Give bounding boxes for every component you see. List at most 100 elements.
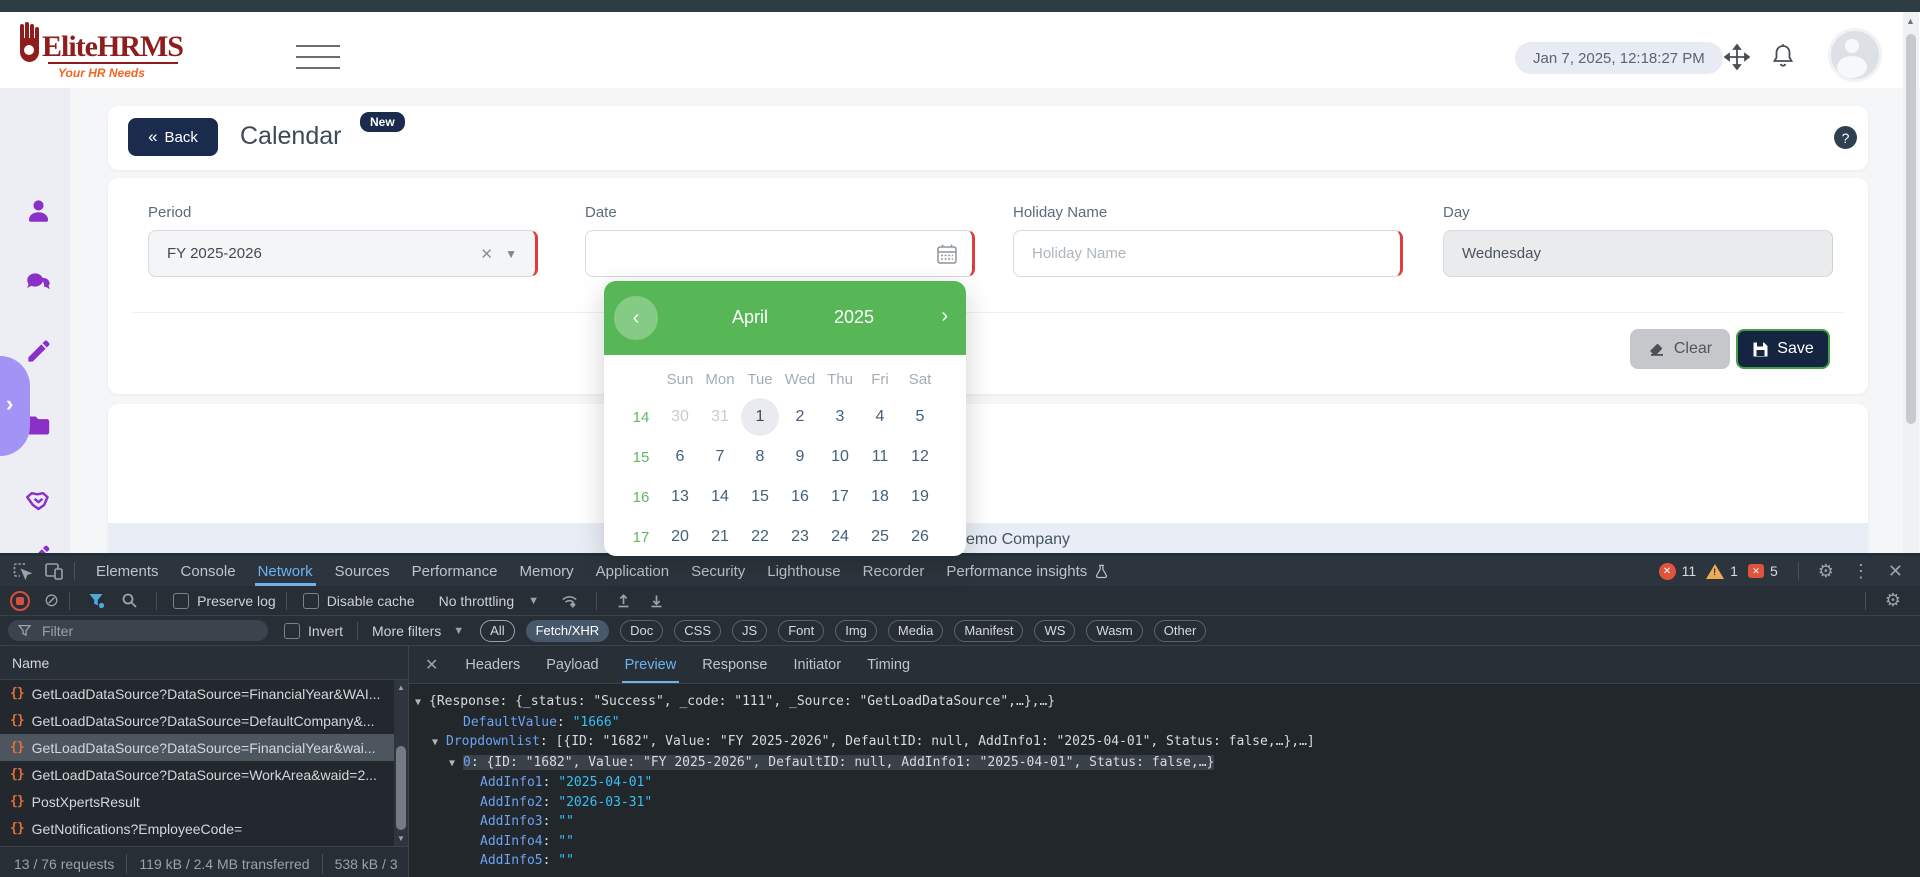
json-line[interactable]: AddInfo1: "2025-04-01"	[409, 773, 1920, 793]
more-filters-button[interactable]: More filters ▼	[372, 623, 464, 639]
kebab-menu-icon[interactable]: ⋮	[1852, 561, 1870, 582]
day-cell[interactable]: 3	[820, 397, 860, 437]
error-badge-icon[interactable]: ✕	[1659, 563, 1676, 580]
sidebar-expander[interactable]	[0, 356, 30, 456]
tab-sources[interactable]: Sources	[324, 556, 401, 586]
filter-type-font[interactable]: Font	[778, 620, 824, 642]
filter-input[interactable]	[40, 622, 234, 640]
day-cell[interactable]: 31	[700, 397, 740, 437]
day-cell[interactable]: 5	[900, 397, 940, 437]
detail-tab-payload[interactable]: Payload	[533, 646, 611, 683]
day-cell[interactable]: 7	[700, 437, 740, 477]
filter-type-wasm[interactable]: Wasm	[1086, 620, 1142, 642]
request-row[interactable]: {}GetLoadDataSource?DataSource=DefaultCo…	[0, 707, 394, 734]
scrollbar-thumb[interactable]	[396, 746, 406, 830]
filter-type-ws[interactable]: WS	[1034, 620, 1075, 642]
name-column-header[interactable]: Name	[12, 655, 49, 671]
request-table-header[interactable]: Name	[0, 646, 408, 680]
disclosure-triangle-icon[interactable]: ▼	[432, 733, 446, 753]
search-icon[interactable]	[121, 592, 138, 609]
tab-application[interactable]: Application	[585, 556, 680, 586]
chat-icon[interactable]	[25, 270, 52, 297]
page-scrollbar-thumb[interactable]	[1906, 34, 1916, 424]
request-row[interactable]: {}GetLoadDataSource?DataSource=Financial…	[0, 734, 394, 761]
preserve-log-label[interactable]: Preserve log	[197, 593, 276, 609]
edit-icon[interactable]	[25, 338, 52, 365]
tab-network[interactable]: Network	[247, 556, 324, 586]
tab-console[interactable]: Console	[170, 556, 247, 586]
disable-cache-checkbox[interactable]	[303, 593, 319, 609]
invert-checkbox[interactable]	[284, 623, 300, 639]
json-line[interactable]: ▼0: {ID: "1682", Value: "FY 2025-2026", …	[409, 753, 1920, 774]
filter-type-css[interactable]: CSS	[674, 620, 721, 642]
filter-type-doc[interactable]: Doc	[620, 620, 663, 642]
filter-type-manifest[interactable]: Manifest	[954, 620, 1023, 642]
year-selector[interactable]: 2025	[824, 307, 884, 328]
day-cell[interactable]: 14	[700, 477, 740, 517]
tab-elements[interactable]: Elements	[85, 556, 170, 586]
disable-cache-label[interactable]: Disable cache	[327, 593, 415, 609]
json-line[interactable]: DefaultValue: "1666"	[409, 713, 1920, 733]
json-line[interactable]: AddInfo5: ""	[409, 851, 1920, 871]
import-har-icon[interactable]	[615, 592, 632, 609]
day-cell[interactable]: 13	[660, 477, 700, 517]
day-cell[interactable]: 9	[780, 437, 820, 477]
day-cell[interactable]: 10	[820, 437, 860, 477]
clear-selection-icon[interactable]: ✕	[480, 245, 493, 263]
day-cell[interactable]: 24	[820, 517, 860, 556]
json-line[interactable]: AddInfo4: ""	[409, 832, 1920, 852]
tab-performance-insights[interactable]: Performance insights	[935, 556, 1120, 586]
json-line[interactable]: ▼Dropdownlist: [{ID: "1682", Value: "FY …	[409, 732, 1920, 753]
tab-memory[interactable]: Memory	[509, 556, 585, 586]
settings-gear-icon[interactable]: ⚙	[1818, 561, 1834, 582]
tab-lighthouse[interactable]: Lighthouse	[756, 556, 851, 586]
warning-badge-icon[interactable]: !	[1706, 564, 1724, 579]
filter-type-other[interactable]: Other	[1154, 620, 1207, 642]
detail-tab-response[interactable]: Response	[689, 646, 780, 683]
request-row[interactable]: {}GetNotifications?EmployeeCode=	[0, 815, 394, 842]
day-cell[interactable]: 11	[860, 437, 900, 477]
detail-tab-initiator[interactable]: Initiator	[781, 646, 855, 683]
day-cell[interactable]: 12	[900, 437, 940, 477]
day-cell[interactable]: 23	[780, 517, 820, 556]
filter-type-js[interactable]: JS	[732, 620, 767, 642]
json-line[interactable]: ▼{Response: {_status: "Success", _code: …	[409, 692, 1920, 713]
filter-type-all[interactable]: All	[480, 620, 514, 642]
close-detail-icon[interactable]: ✕	[425, 655, 438, 675]
day-cell[interactable]: 25	[860, 517, 900, 556]
issues-badge-icon[interactable]: ✕	[1748, 564, 1764, 578]
fullscreen-move-icon[interactable]	[1724, 44, 1750, 70]
chevron-right-icon[interactable]: ›	[6, 391, 13, 417]
network-conditions-icon[interactable]	[561, 592, 578, 609]
notifications-bell-icon[interactable]	[1770, 42, 1796, 70]
day-cell[interactable]: 26	[900, 517, 940, 556]
save-button[interactable]: Save	[1736, 329, 1830, 369]
close-devtools-icon[interactable]: ✕	[1888, 561, 1903, 582]
help-button[interactable]: ?	[1834, 126, 1857, 149]
handshake-icon[interactable]	[25, 487, 52, 514]
user-avatar[interactable]	[1828, 28, 1882, 82]
day-cell[interactable]: 4	[860, 397, 900, 437]
chevron-down-icon[interactable]: ▼	[505, 247, 517, 261]
day-cell[interactable]: 30	[660, 397, 700, 437]
day-cell[interactable]: 15	[740, 477, 780, 517]
request-row[interactable]: {}GetLoadDataSource?DataSource=WorkArea&…	[0, 761, 394, 788]
clear-network-log-icon[interactable]: ⊘	[44, 590, 59, 611]
day-cell[interactable]: 6	[660, 437, 700, 477]
network-settings-gear-icon[interactable]: ⚙	[1885, 590, 1901, 611]
holiday-name-input[interactable]	[1014, 244, 1394, 263]
filter-type-fetchxhr[interactable]: Fetch/XHR	[526, 620, 610, 642]
request-row[interactable]: {}PostXpertsResult	[0, 788, 394, 815]
back-button[interactable]: « Back	[128, 118, 218, 156]
scroll-up-arrow-icon[interactable]: ▲	[1906, 16, 1915, 26]
tab-performance[interactable]: Performance	[401, 556, 509, 586]
detail-tab-headers[interactable]: Headers	[452, 646, 533, 683]
scroll-up-arrow-icon[interactable]: ▲	[397, 683, 405, 692]
day-cell[interactable]: 17	[820, 477, 860, 517]
day-cell[interactable]: 19	[900, 477, 940, 517]
month-selector[interactable]: April	[690, 307, 810, 328]
app-logo[interactable]: EliteHRMS Your HR Needs	[18, 16, 218, 86]
request-row[interactable]: {}GetLoadDataSource?DataSource=Financial…	[0, 680, 394, 707]
user-icon[interactable]	[25, 197, 52, 224]
disclosure-triangle-icon[interactable]: ▼	[415, 693, 429, 713]
